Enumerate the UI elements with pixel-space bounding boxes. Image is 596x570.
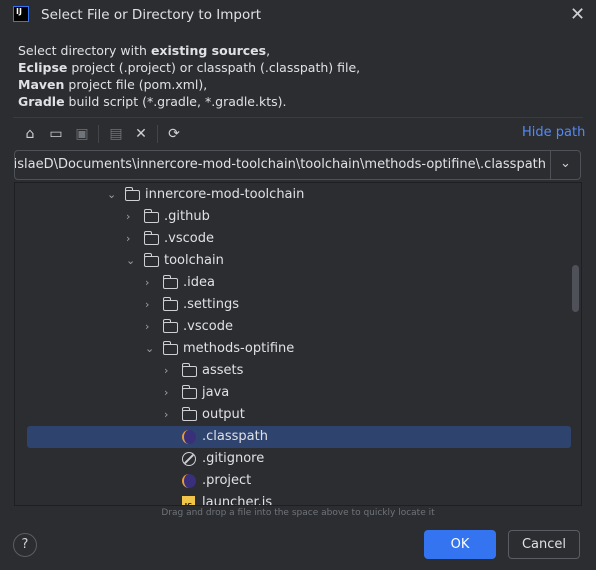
drag-drop-hint: Drag and drop a file into the space abov… (161, 508, 435, 518)
desc-text: , (266, 43, 271, 58)
folder-icon (181, 363, 197, 377)
tree-item-label: toolchain (164, 253, 224, 268)
cancel-button[interactable]: Cancel (508, 530, 580, 559)
desc-bold: Gradle (18, 94, 65, 109)
tree-item-label: .idea (183, 275, 215, 290)
folder-icon (124, 187, 140, 201)
tree-item[interactable]: .project (27, 470, 571, 492)
desc-text: Select directory with (18, 43, 151, 58)
folder-icon (162, 341, 178, 355)
divider (98, 125, 99, 143)
tree-item[interactable]: › .settings (27, 294, 571, 316)
tree-item[interactable]: ⌄ methods-optifine (27, 338, 571, 360)
help-button[interactable]: ? (13, 533, 37, 557)
divider (13, 117, 583, 118)
folder-icon (162, 275, 178, 289)
title-bar: IJ Select File or Directory to Import ✕ (0, 0, 596, 32)
file-tree[interactable]: ⌄ innercore-mod-toolchain › .github › .vscode… (14, 182, 582, 506)
chevron-right-icon[interactable]: › (164, 404, 176, 426)
path-value: C:\Users\MislaeD\Documents\innercore-mod… (15, 157, 546, 172)
hide-path-link[interactable]: Hide path (522, 125, 585, 140)
desc-text: build script (*.gradle, *.gradle.kts). (64, 94, 287, 109)
eclipse-file-icon (182, 474, 196, 488)
chevron-down-icon[interactable]: ⌄ (107, 184, 119, 206)
intellij-logo-icon: IJ (13, 6, 29, 22)
tree-item[interactable]: ⌄ toolchain (27, 250, 571, 272)
path-combobox[interactable]: C:\Users\MislaeD\Documents\innercore-mod… (14, 150, 581, 180)
chevron-down-icon[interactable]: ⌄ (550, 151, 580, 179)
desc-text: project (.project) or classpath (.classp… (67, 60, 361, 75)
folder-icon (181, 407, 197, 421)
chevron-right-icon[interactable]: › (164, 382, 176, 404)
dialog-title: Select File or Directory to Import (41, 7, 262, 23)
eclipse-file-icon (182, 430, 196, 444)
refresh-icon[interactable]: ⟳ (164, 124, 184, 144)
description: Select directory with existing sources, … (18, 42, 360, 110)
ignore-file-icon (182, 452, 196, 466)
chevron-right-icon[interactable]: › (145, 316, 157, 338)
folder-icon (162, 319, 178, 333)
tree-item[interactable]: › .idea (27, 272, 571, 294)
folder-icon (143, 231, 159, 245)
tree-item[interactable]: .classpath (27, 426, 571, 448)
tree-item[interactable]: › .vscode (27, 316, 571, 338)
tree-item-label: .gitignore (202, 451, 265, 466)
desktop-icon[interactable]: ▭ (46, 124, 66, 144)
tree-item[interactable]: › java (27, 382, 571, 404)
tree-item[interactable]: › .github (27, 206, 571, 228)
tree-item-label: launcher.js (202, 495, 273, 506)
tree-item[interactable]: ⌄ innercore-mod-toolchain (27, 184, 571, 206)
close-icon[interactable]: ✕ (570, 4, 585, 25)
folder-icon (162, 297, 178, 311)
tree-item-label: .vscode (164, 231, 214, 246)
desc-bold: Maven (18, 77, 65, 92)
new-folder-icon[interactable]: ▤ (106, 124, 126, 144)
javascript-file-icon: JS (182, 496, 195, 505)
tree-item-label: java (202, 385, 230, 400)
folder-icon (143, 209, 159, 223)
chevron-right-icon[interactable]: › (126, 228, 138, 250)
tree-item-label: .settings (183, 297, 239, 312)
tree-item-label: methods-optifine (183, 341, 295, 356)
desc-bold: existing sources (150, 43, 267, 58)
desc-bold: Eclipse (18, 60, 68, 75)
tree-item-label: .project (202, 473, 252, 488)
tree-item[interactable]: JS launcher.js (27, 492, 571, 506)
tree-item-label: assets (202, 363, 244, 378)
folder-icon (181, 385, 197, 399)
desc-text: project file (pom.xml), (64, 77, 208, 92)
chevron-right-icon[interactable]: › (126, 206, 138, 228)
ok-button[interactable]: OK (424, 530, 496, 559)
folder-icon (143, 253, 159, 267)
home-icon[interactable]: ⌂ (20, 124, 40, 144)
tree-item-label: innercore-mod-toolchain (145, 187, 305, 202)
tree-item-label: output (202, 407, 245, 422)
tree-item[interactable]: › output (27, 404, 571, 426)
tree-item-label: .vscode (183, 319, 233, 334)
divider (157, 125, 158, 143)
chevron-right-icon[interactable]: › (164, 360, 176, 382)
delete-icon[interactable]: ✕ (131, 124, 151, 144)
tree-item-label: .classpath (202, 429, 268, 444)
tree-item[interactable]: › assets (27, 360, 571, 382)
tree-item-label: .github (164, 209, 210, 224)
tree-item[interactable]: › .vscode (27, 228, 571, 250)
path-input[interactable]: C:\Users\MislaeD\Documents\innercore-mod… (15, 151, 550, 179)
chevron-right-icon[interactable]: › (145, 294, 157, 316)
chevron-right-icon[interactable]: › (145, 272, 157, 294)
project-folder-icon[interactable]: ▣ (72, 124, 92, 144)
chevron-down-icon[interactable]: ⌄ (145, 338, 157, 360)
tree-item[interactable]: .gitignore (27, 448, 571, 470)
scrollbar[interactable] (572, 265, 579, 312)
chevron-down-icon[interactable]: ⌄ (126, 250, 138, 272)
